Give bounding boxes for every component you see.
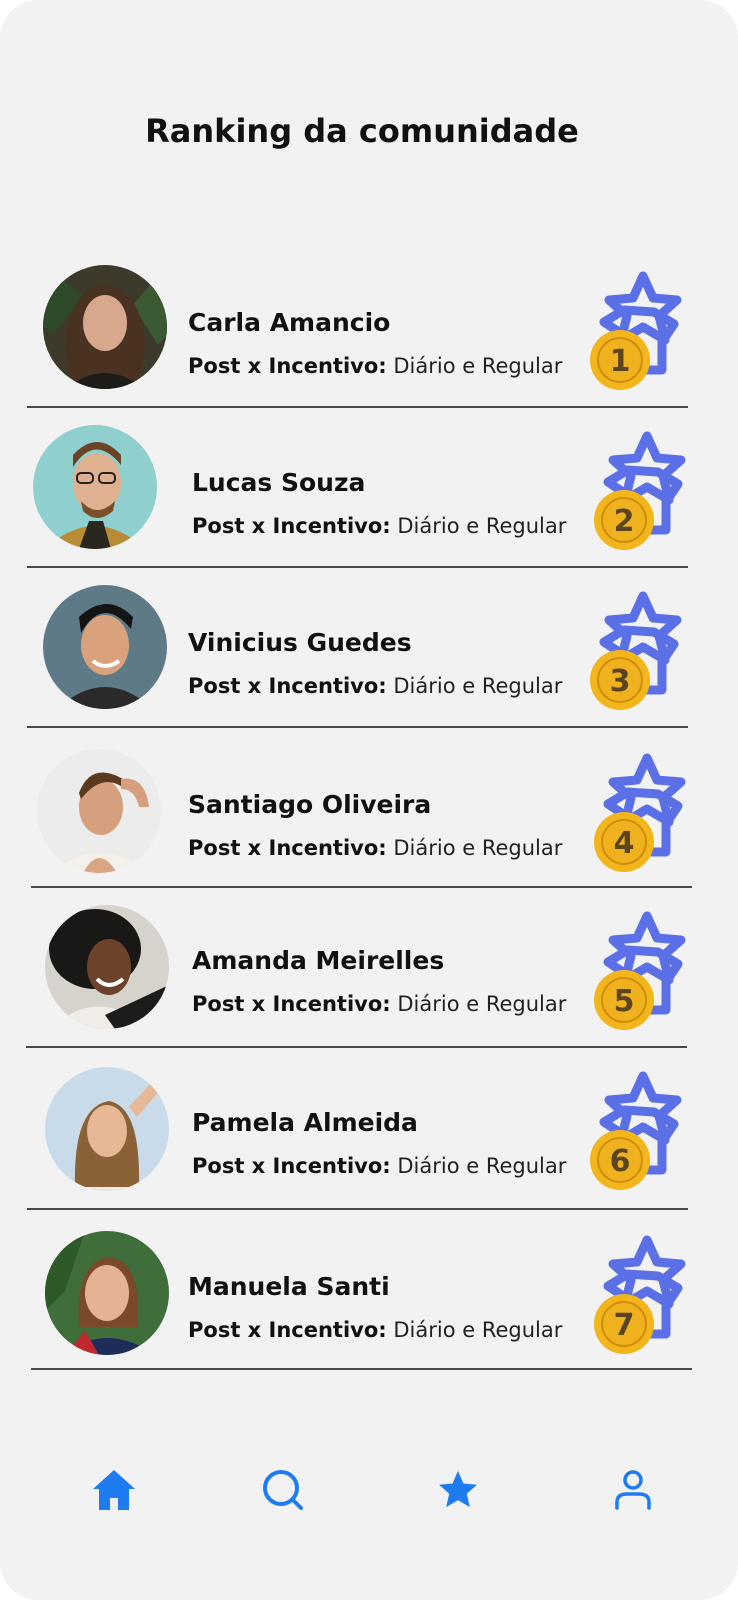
rank-number: 2 xyxy=(614,504,635,539)
member-incentive: Post x Incentivo: Diário e Regular xyxy=(192,992,566,1016)
avatar xyxy=(37,749,161,873)
avatar xyxy=(33,425,157,549)
rank-number: 6 xyxy=(610,1144,631,1179)
incentive-value: Diário e Regular xyxy=(393,354,563,378)
nav-profile[interactable] xyxy=(603,1460,663,1520)
ranking-row[interactable]: Carla Amancio Post x Incentivo: Diário e… xyxy=(0,260,738,420)
member-name: Santiago Oliveira xyxy=(188,790,432,819)
divider xyxy=(27,566,688,568)
rank-number: 5 xyxy=(614,984,635,1019)
rank-badge: 3 xyxy=(584,590,694,710)
home-icon xyxy=(93,1470,135,1510)
avatar xyxy=(43,585,167,709)
rank-badge: 2 xyxy=(588,430,698,550)
incentive-value: Diário e Regular xyxy=(397,514,567,538)
incentive-label: Post x Incentivo: xyxy=(188,354,387,378)
profile-icon xyxy=(615,1470,651,1510)
incentive-value: Diário e Regular xyxy=(393,836,563,860)
ranking-row[interactable]: Amanda Meirelles Post x Incentivo: Diári… xyxy=(0,900,738,1060)
ranking-row[interactable]: Manuela Santi Post x Incentivo: Diário e… xyxy=(0,1226,738,1386)
divider xyxy=(27,1208,688,1210)
nav-ranking[interactable] xyxy=(428,1460,488,1520)
member-name: Vinicius Guedes xyxy=(188,628,412,657)
star-icon xyxy=(439,1471,477,1507)
page-title: Ranking da comunidade xyxy=(145,112,579,150)
avatar xyxy=(45,1231,169,1355)
member-incentive: Post x Incentivo: Diário e Regular xyxy=(192,514,566,538)
member-incentive: Post x Incentivo: Diário e Regular xyxy=(192,1154,566,1178)
rank-badge: 6 xyxy=(584,1070,694,1190)
ranking-row[interactable]: Lucas Souza Post x Incentivo: Diário e R… xyxy=(0,420,738,580)
rank-number: 1 xyxy=(610,344,631,379)
incentive-label: Post x Incentivo: xyxy=(192,992,391,1016)
app-screen: Ranking da comunidade Carla Amancio Post… xyxy=(0,0,738,1600)
member-name: Pamela Almeida xyxy=(192,1108,418,1137)
member-name: Manuela Santi xyxy=(188,1272,390,1301)
member-name: Lucas Souza xyxy=(192,468,366,497)
search-icon xyxy=(263,1470,303,1510)
incentive-value: Diário e Regular xyxy=(397,992,567,1016)
incentive-label: Post x Incentivo: xyxy=(188,1318,387,1342)
rank-badge: 4 xyxy=(588,752,698,872)
divider xyxy=(27,726,688,728)
ranking-row[interactable]: Vinicius Guedes Post x Incentivo: Diário… xyxy=(0,580,738,740)
member-name: Amanda Meirelles xyxy=(192,946,445,975)
incentive-label: Post x Incentivo: xyxy=(188,674,387,698)
member-name: Carla Amancio xyxy=(188,308,391,337)
divider xyxy=(31,1368,692,1370)
bottom-nav xyxy=(0,1460,738,1520)
divider xyxy=(27,406,688,408)
member-incentive: Post x Incentivo: Diário e Regular xyxy=(188,836,562,860)
nav-search[interactable] xyxy=(253,1460,313,1520)
member-incentive: Post x Incentivo: Diário e Regular xyxy=(188,674,562,698)
rank-number: 4 xyxy=(614,826,635,861)
avatar xyxy=(45,905,169,1029)
divider xyxy=(31,886,692,888)
nav-home[interactable] xyxy=(84,1460,144,1520)
avatar xyxy=(43,265,167,389)
rank-number: 7 xyxy=(614,1308,635,1343)
divider xyxy=(26,1046,687,1048)
member-incentive: Post x Incentivo: Diário e Regular xyxy=(188,354,562,378)
member-incentive: Post x Incentivo: Diário e Regular xyxy=(188,1318,562,1342)
rank-badge: 5 xyxy=(588,910,698,1030)
rank-badge: 1 xyxy=(584,270,694,390)
incentive-value: Diário e Regular xyxy=(393,1318,563,1342)
rank-badge: 7 xyxy=(588,1234,698,1354)
incentive-label: Post x Incentivo: xyxy=(192,514,391,538)
incentive-value: Diário e Regular xyxy=(397,1154,567,1178)
incentive-value: Diário e Regular xyxy=(393,674,563,698)
avatar xyxy=(45,1067,169,1191)
incentive-label: Post x Incentivo: xyxy=(192,1154,391,1178)
incentive-label: Post x Incentivo: xyxy=(188,836,387,860)
ranking-row[interactable]: Santiago Oliveira Post x Incentivo: Diár… xyxy=(0,744,738,904)
rank-number: 3 xyxy=(610,664,631,699)
ranking-row[interactable]: Pamela Almeida Post x Incentivo: Diário … xyxy=(0,1062,738,1222)
